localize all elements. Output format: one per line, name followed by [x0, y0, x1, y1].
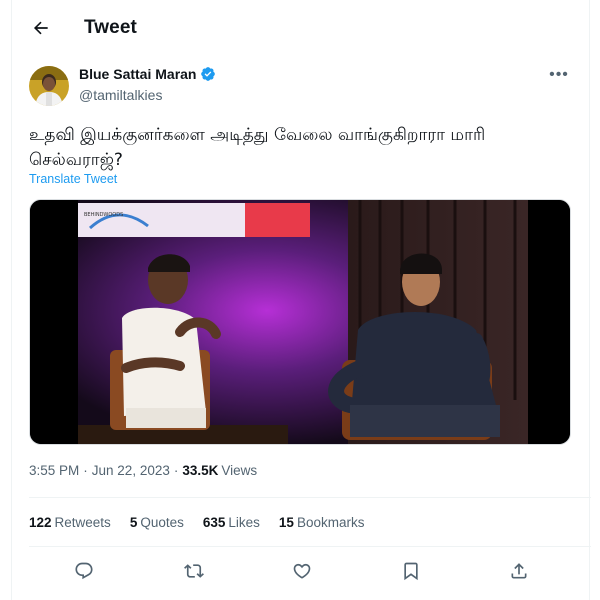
bookmark-button[interactable]	[396, 556, 426, 586]
tweet-text-line: செல்வராஜ்?	[29, 150, 123, 170]
divider	[29, 546, 591, 547]
like-button[interactable]	[287, 556, 317, 586]
stat-label: Retweets	[54, 515, 111, 530]
author-name-row: Blue Sattai Maran	[79, 66, 216, 82]
share-button[interactable]	[504, 556, 534, 586]
sign-text: BEHINDWOODS	[84, 212, 123, 218]
bookmark-icon	[404, 562, 418, 581]
tweet-time[interactable]: 3:55 PM	[29, 463, 79, 478]
tweet-meta: 3:55 PM · Jun 22, 2023 · 33.5K Views	[29, 463, 257, 478]
stat-quotes[interactable]: 5 Quotes	[130, 515, 184, 530]
stat-bookmarks[interactable]: 15 Bookmarks	[279, 515, 365, 530]
tweet-text-line: உதவி இயக்குனர்களை அடித்து வேலை வாங்குகிற…	[29, 125, 486, 145]
translate-tweet-link[interactable]: Translate Tweet	[29, 172, 117, 186]
stat-label: Quotes	[140, 515, 184, 530]
stat-count: 5	[129, 515, 138, 530]
stat-likes[interactable]: 635 Likes	[203, 515, 260, 530]
divider	[29, 497, 591, 498]
meta-separator: ·	[83, 463, 88, 478]
stat-count: 15	[278, 515, 294, 530]
tweet-media[interactable]: BEHINDWOODS	[29, 199, 571, 445]
verified-badge-icon	[201, 67, 216, 81]
stat-retweets[interactable]: 122 Retweets	[29, 515, 111, 530]
more-options-button[interactable]: •••	[547, 66, 571, 84]
tweet-text: உதவி இயக்குனர்களை அடித்து வேலை வாங்குகிற…	[29, 123, 569, 173]
share-icon	[511, 563, 527, 579]
avatar-image	[29, 66, 69, 106]
header: Tweet	[12, 0, 589, 56]
back-button[interactable]	[29, 16, 53, 40]
stat-label: Bookmarks	[296, 515, 365, 530]
reply-button[interactable]	[69, 556, 99, 586]
action-bar	[12, 556, 589, 586]
meta-separator: ·	[173, 463, 179, 478]
reply-icon	[75, 562, 93, 580]
retweet-icon	[184, 564, 204, 578]
views-label: Views	[221, 463, 258, 478]
stat-count: 635	[202, 515, 226, 530]
views-count: 33.5K	[182, 463, 219, 478]
author-handle[interactable]: @tamiltalkies	[79, 87, 162, 103]
tweet-frame: Tweet Blue Sattai Maran @tamiltalkies ••…	[11, 0, 591, 600]
stat-label: Likes	[228, 515, 260, 530]
avatar[interactable]	[29, 66, 69, 106]
tweet-stats: 122 Retweets 5 Quotes 635 Likes 15 Bookmarks	[29, 515, 383, 530]
retweet-button[interactable]	[179, 556, 209, 586]
tweet-date[interactable]: Jun 22, 2023	[92, 463, 170, 478]
arrow-left-icon	[33, 21, 48, 35]
page-title: Tweet	[84, 17, 137, 38]
like-icon	[293, 563, 311, 579]
stat-count: 122	[29, 515, 52, 530]
more-icon: •••	[549, 66, 569, 83]
video-still-image: BEHINDWOODS	[30, 200, 570, 444]
author-name[interactable]: Blue Sattai Maran	[79, 66, 196, 82]
